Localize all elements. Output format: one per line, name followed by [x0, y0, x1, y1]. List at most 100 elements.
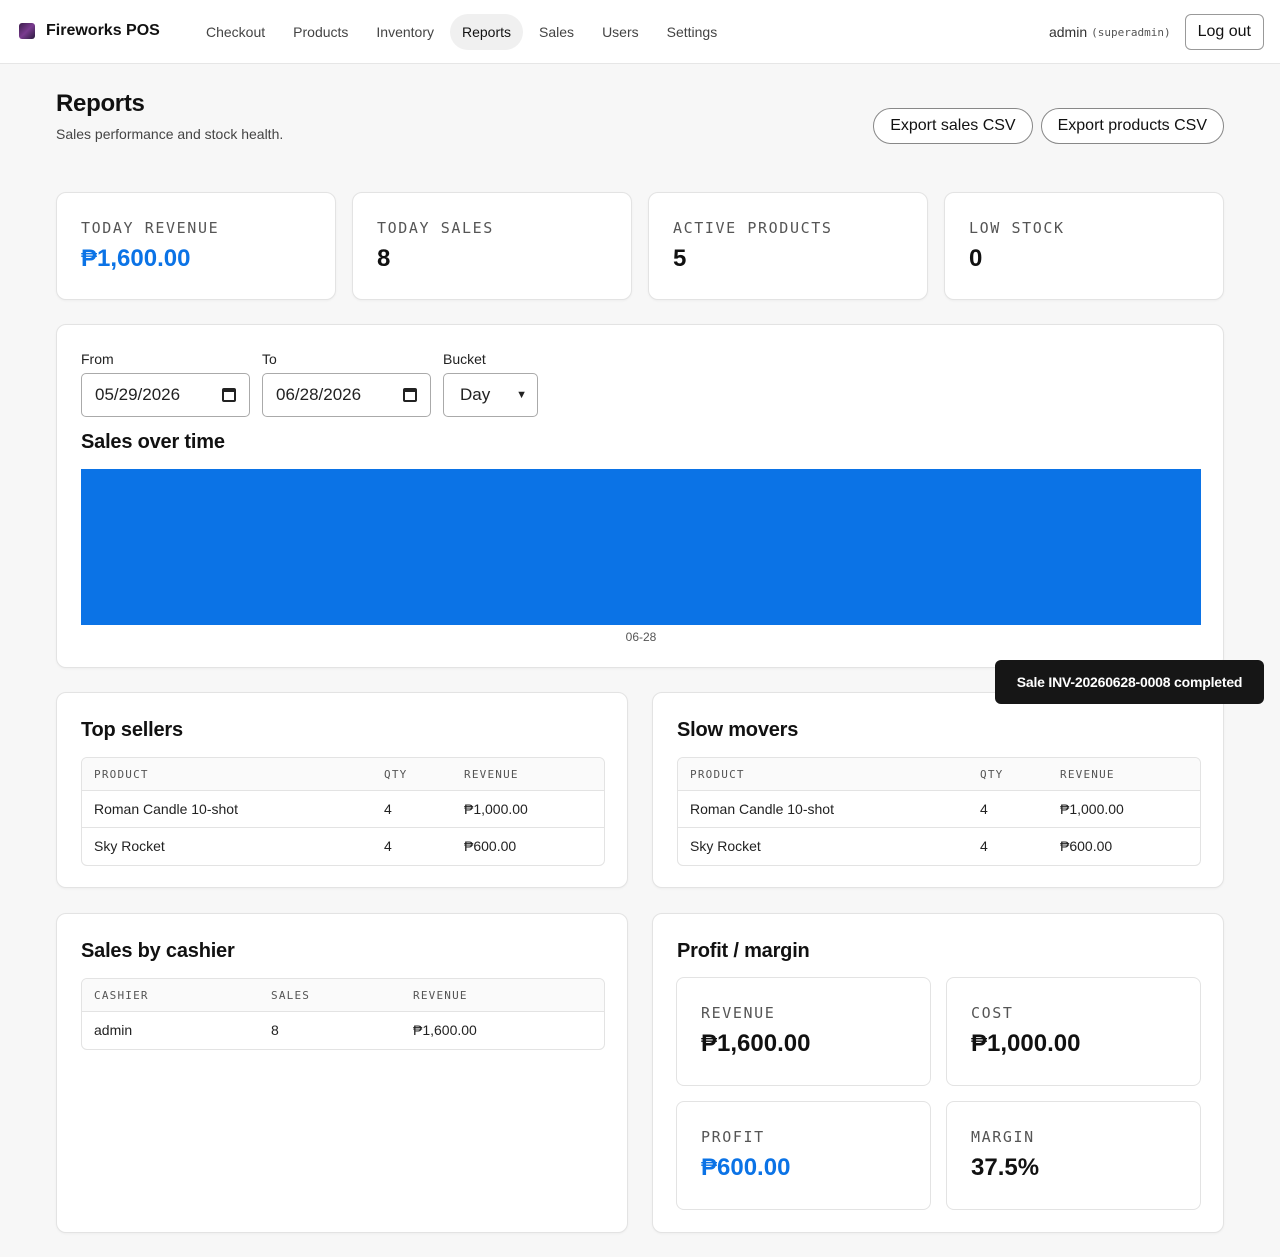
nav-products[interactable]: Products [281, 14, 360, 50]
cell-qty: 4 [384, 838, 392, 854]
x-tick-label: 06-28 [626, 630, 657, 644]
profit-revenue-card: Revenue ₱1,600.00 [676, 977, 931, 1086]
chart-bar[interactable] [81, 469, 1201, 625]
cell-qty: 4 [980, 838, 988, 854]
nav-inventory[interactable]: Inventory [364, 14, 446, 50]
logout-button[interactable]: Log out [1184, 14, 1264, 50]
main-nav: Checkout Products Inventory Reports Sale… [194, 14, 733, 50]
to-date-input[interactable]: 06/28/2026 [262, 373, 431, 417]
column-header-revenue: REVENUE [413, 989, 468, 1002]
from-date-input[interactable]: 05/29/2026 [81, 373, 250, 417]
cell-product: Sky Rocket [94, 838, 165, 854]
from-date-value: 05/29/2026 [95, 385, 181, 404]
nav-settings[interactable]: Settings [655, 14, 730, 50]
cell-revenue: ₱1,000.00 [1060, 801, 1124, 817]
table-row: Sky Rocket 4 ₱600.00 [678, 828, 1200, 865]
sales-over-time-chart: 06-28 [81, 469, 1201, 644]
stat-label: Cost [971, 1004, 1014, 1022]
column-header-sales: SALES [271, 989, 311, 1002]
toast-notification[interactable]: Sale INV-20260628-0008 completed [995, 660, 1264, 704]
stat-card-today-sales: Today sales 8 [352, 192, 632, 300]
cell-revenue: ₱1,000.00 [464, 801, 528, 817]
table-row: Roman Candle 10-shot 4 ₱1,000.00 [82, 791, 604, 828]
cell-revenue: ₱600.00 [464, 838, 517, 854]
nav-reports[interactable]: Reports [450, 14, 524, 50]
top-sellers-table: PRODUCT QTY REVENUE Roman Candle 10-shot… [81, 757, 605, 866]
app-logo-icon [19, 23, 35, 39]
nav-sales[interactable]: Sales [527, 14, 586, 50]
bucket-select[interactable]: Day ▼ [443, 373, 538, 417]
slow-movers-card: Slow movers PRODUCT QTY REVENUE Roman Ca… [652, 692, 1224, 888]
page-subtitle: Sales performance and stock health. [56, 126, 284, 142]
cell-cashier: admin [94, 1022, 133, 1038]
column-header-revenue: REVENUE [464, 768, 519, 781]
cell-revenue: ₱1,600.00 [413, 1022, 477, 1038]
column-header-product: PRODUCT [94, 768, 149, 781]
table-row: Sky Rocket 4 ₱600.00 [82, 828, 604, 865]
export-sales-csv-button[interactable]: Export sales CSV [873, 108, 1033, 144]
brand[interactable]: Fireworks POS [19, 22, 160, 40]
table-row: Roman Candle 10-shot 4 ₱1,000.00 [678, 791, 1200, 828]
section-title: Top sellers [81, 719, 183, 741]
export-products-csv-button[interactable]: Export products CSV [1040, 108, 1224, 144]
stat-label: Revenue [701, 1004, 776, 1022]
calendar-icon[interactable] [222, 388, 236, 402]
column-header-qty: QTY [980, 768, 1004, 781]
stat-label: Today revenue [81, 219, 220, 237]
stat-card-active-products: Active products 5 [648, 192, 928, 300]
profit-cost-card: Cost ₱1,000.00 [946, 977, 1201, 1086]
nav-users[interactable]: Users [590, 14, 651, 50]
stat-value: 37.5% [971, 1154, 1040, 1181]
cell-product: Roman Candle 10-shot [690, 801, 834, 817]
to-label: To [262, 351, 277, 367]
page-title: Reports [56, 90, 145, 117]
to-date-value: 06/28/2026 [276, 385, 362, 404]
sales-by-cashier-table: CASHIER SALES REVENUE admin 8 ₱1,600.00 [81, 978, 605, 1050]
column-header-cashier: CASHIER [94, 989, 149, 1002]
stat-label: Today sales [377, 219, 494, 237]
cell-product: Sky Rocket [690, 838, 761, 854]
stat-label: Low stock [969, 219, 1065, 237]
stat-label: Margin [971, 1128, 1035, 1146]
cell-qty: 4 [980, 801, 988, 817]
cell-qty: 4 [384, 801, 392, 817]
chevron-down-icon: ▼ [516, 389, 527, 401]
app-name: Fireworks POS [46, 22, 160, 39]
cell-revenue: ₱600.00 [1060, 838, 1113, 854]
calendar-icon[interactable] [403, 388, 417, 402]
stat-value: ₱600.00 [701, 1154, 791, 1181]
sales-chart-card: From 05/29/2026 To 06/28/2026 Bucket Day… [56, 324, 1224, 668]
nav-checkout[interactable]: Checkout [194, 14, 277, 50]
stat-value: 0 [969, 245, 983, 272]
table-header: PRODUCT QTY REVENUE [82, 758, 604, 791]
stat-card-today-revenue: Today revenue ₱1,600.00 [56, 192, 336, 300]
export-actions: Export sales CSV Export products CSV [865, 108, 1224, 144]
stat-label: Active products [673, 219, 833, 237]
top-sellers-card: Top sellers PRODUCT QTY REVENUE Roman Ca… [56, 692, 628, 888]
user-role: (superadmin) [1091, 25, 1171, 39]
bucket-value: Day [460, 385, 491, 404]
cell-product: Roman Candle 10-shot [94, 801, 238, 817]
profit-margin-card: Profit / margin Revenue ₱1,600.00 Cost ₱… [652, 913, 1224, 1233]
bucket-label: Bucket [443, 351, 486, 367]
table-header: PRODUCT QTY REVENUE [678, 758, 1200, 791]
slow-movers-table: PRODUCT QTY REVENUE Roman Candle 10-shot… [677, 757, 1201, 866]
user-name: admin [1048, 24, 1088, 40]
stat-card-low-stock: Low stock 0 [944, 192, 1224, 300]
stat-value: ₱1,600.00 [701, 1030, 811, 1057]
stat-value: ₱1,600.00 [81, 245, 191, 272]
profit-profit-card: Profit ₱600.00 [676, 1101, 931, 1210]
cell-sales: 8 [271, 1022, 279, 1038]
section-title: Slow movers [677, 719, 799, 741]
column-header-product: PRODUCT [690, 768, 745, 781]
section-title: Sales by cashier [81, 940, 235, 962]
column-header-revenue: REVENUE [1060, 768, 1115, 781]
section-title: Profit / margin [677, 940, 810, 962]
stat-value: ₱1,000.00 [971, 1030, 1081, 1057]
table-header: CASHIER SALES REVENUE [82, 979, 604, 1012]
top-navbar: Fireworks POS Checkout Products Inventor… [0, 0, 1280, 64]
profit-margin-mini-card: Margin 37.5% [946, 1101, 1201, 1210]
user-area: admin (superadmin) Log out [1049, 14, 1264, 50]
sales-by-cashier-card: Sales by cashier CASHIER SALES REVENUE a… [56, 913, 628, 1233]
stat-label: Profit [701, 1128, 765, 1146]
